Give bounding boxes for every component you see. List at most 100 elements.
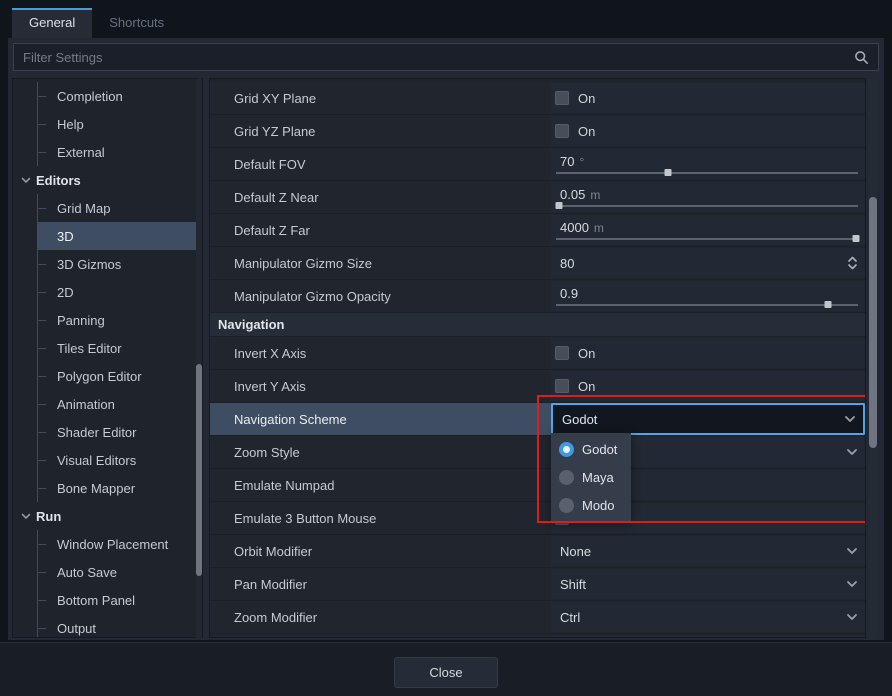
tree-children: Completion Help External: [37, 82, 202, 166]
setting-label: Manipulator Gizmo Size: [210, 247, 551, 279]
sidebar-scrollbar-thumb[interactable]: [196, 364, 202, 576]
tree-item-label: 2D: [57, 285, 74, 300]
radio-icon: [559, 442, 574, 457]
setting-row: Navigation Scheme Godot: [210, 403, 865, 436]
slider-track[interactable]: [556, 172, 858, 174]
setting-label: Default Z Far: [210, 214, 551, 246]
tree-item[interactable]: Polygon Editor: [38, 362, 202, 390]
tree-children: Window Placement Auto Save Bottom Panel …: [37, 530, 202, 638]
tree-item-label: Grid Map: [57, 201, 110, 216]
checkbox-field[interactable]: On: [551, 635, 865, 638]
dropdown-field[interactable]: None: [551, 536, 865, 566]
checkbox-field[interactable]: On: [551, 116, 865, 146]
slider-track[interactable]: [556, 238, 858, 240]
slider-field[interactable]: 70 °: [551, 149, 865, 179]
tree-item[interactable]: Auto Save: [38, 558, 202, 586]
popup-option[interactable]: Modo: [551, 491, 631, 519]
slider-value: 0.05: [560, 187, 585, 202]
checkbox[interactable]: [555, 91, 569, 105]
tree-item[interactable]: Visual Editors: [38, 446, 202, 474]
tree-item-label: Tiles Editor: [57, 341, 122, 356]
tree-item-label: Completion: [57, 89, 123, 104]
search-icon: [854, 50, 869, 65]
dropdown-field[interactable]: Godot: [551, 403, 865, 435]
filter-bar: [13, 43, 879, 71]
setting-row: Orbit Modifier None: [210, 535, 865, 568]
dropdown-value: Godot: [562, 412, 597, 427]
dropdown-field[interactable]: Shift: [551, 569, 865, 599]
popup-option-label: Godot: [582, 442, 617, 457]
tree-item-label: Auto Save: [57, 565, 117, 580]
slider-field[interactable]: 4000 m: [551, 215, 865, 245]
checkbox[interactable]: [555, 379, 569, 393]
spinbox-field[interactable]: 80: [551, 248, 865, 278]
tree-item[interactable]: Grid Map: [38, 194, 202, 222]
setting-row: Default Z Far 4000 m: [210, 214, 865, 247]
checkbox-field[interactable]: On: [551, 371, 865, 401]
content-scrollbar-thumb[interactable]: [869, 197, 877, 448]
radio-icon: [559, 470, 574, 485]
slider-track[interactable]: [556, 304, 858, 306]
updown-icon[interactable]: [847, 255, 858, 271]
setting-row: Manipulator Gizmo Size 80: [210, 247, 865, 280]
tab-bar: General Shortcuts: [12, 8, 181, 38]
slider-track[interactable]: [556, 205, 858, 207]
tree-folder[interactable]: Run: [13, 502, 202, 530]
dropdown-field[interactable]: Ctrl: [551, 602, 865, 632]
tree-item-label: External: [57, 145, 105, 160]
tree-item[interactable]: 3D Gizmos: [38, 250, 202, 278]
tree-item[interactable]: External: [38, 138, 202, 166]
popup-option-label: Modo: [582, 498, 615, 513]
tree-item[interactable]: 3D: [38, 222, 202, 250]
popup-option[interactable]: Maya: [551, 463, 631, 491]
editor-settings-dialog: General Shortcuts Completion Help Extern…: [0, 0, 892, 696]
checkbox[interactable]: [555, 124, 569, 138]
tree-item[interactable]: Output: [38, 614, 202, 638]
setting-label: Pan Modifier: [210, 568, 551, 600]
setting-label: Orbit Modifier: [210, 535, 551, 567]
slider-thumb[interactable]: [556, 202, 563, 209]
dropdown-value: None: [560, 544, 591, 559]
slider-unit: m: [594, 221, 604, 235]
tree-item[interactable]: Tiles Editor: [38, 334, 202, 362]
setting-row: Pan Modifier Shift: [210, 568, 865, 601]
slider-thumb[interactable]: [664, 169, 671, 176]
setting-label: Emulate Numpad: [210, 469, 551, 501]
spinbox-value: 80: [560, 256, 574, 271]
slider-field[interactable]: 0.9: [551, 281, 865, 311]
tree-item[interactable]: Bottom Panel: [38, 586, 202, 614]
tree-item-label: Panning: [57, 313, 105, 328]
tree-item[interactable]: 2D: [38, 278, 202, 306]
tree-item-label: Bone Mapper: [57, 481, 135, 496]
setting-row: Invert Y Axis On: [210, 370, 865, 403]
tree-item[interactable]: Panning: [38, 306, 202, 334]
slider-thumb[interactable]: [824, 301, 831, 308]
main-split: Completion Help External Editors Grid Ma…: [12, 78, 880, 638]
setting-row: Emulate 3 Button Mouse On: [210, 502, 865, 535]
tab-shortcuts[interactable]: Shortcuts: [92, 8, 181, 38]
checkbox-field[interactable]: On: [551, 338, 865, 368]
tree-item-label: Bottom Panel: [57, 593, 135, 608]
tree-item[interactable]: Animation: [38, 390, 202, 418]
setting-row: Manipulator Gizmo Opacity 0.9: [210, 280, 865, 313]
checkbox-field[interactable]: On: [551, 83, 865, 113]
filter-settings-input[interactable]: [14, 50, 854, 65]
checkbox[interactable]: [555, 346, 569, 360]
slider-field[interactable]: 0.05 m: [551, 182, 865, 212]
tree-item[interactable]: Completion: [38, 82, 202, 110]
tree-item-label: 3D Gizmos: [57, 257, 121, 272]
chevron-down-icon: [21, 513, 31, 520]
tree-item[interactable]: Window Placement: [38, 530, 202, 558]
close-button[interactable]: Close: [394, 657, 498, 688]
checkbox-label: On: [578, 379, 595, 394]
tab-general[interactable]: General: [12, 8, 92, 38]
tree-item[interactable]: Shader Editor: [38, 418, 202, 446]
setting-label: Zoom Modifier: [210, 601, 551, 633]
setting-label: Emulate 3 Button Mouse: [210, 502, 551, 534]
tree-folder[interactable]: Editors: [13, 166, 202, 194]
chevron-down-icon: [846, 580, 858, 588]
popup-option[interactable]: Godot: [551, 435, 631, 463]
tree-item[interactable]: Bone Mapper: [38, 474, 202, 502]
slider-thumb[interactable]: [853, 235, 860, 242]
tree-item[interactable]: Help: [38, 110, 202, 138]
